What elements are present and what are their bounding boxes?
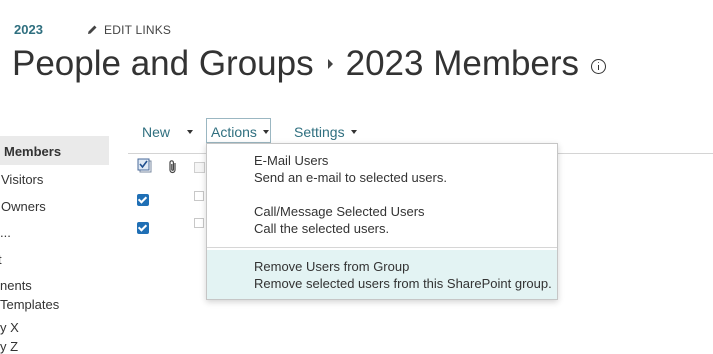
- breadcrumb-site-link[interactable]: 2023: [14, 22, 43, 37]
- nav-item-documents[interactable]: nents: [0, 278, 32, 293]
- info-icon[interactable]: [591, 58, 607, 74]
- pencil-icon: [88, 25, 97, 34]
- page-title-current: 2023 Members: [345, 44, 580, 83]
- row-checkbox[interactable]: [194, 218, 204, 228]
- menu-item-title: E-Mail Users: [254, 153, 329, 168]
- menu-item-call-message-users[interactable]: Call/Message Selected Users Call the sel…: [207, 203, 557, 243]
- actions-button[interactable]: Actions: [211, 124, 269, 140]
- settings-button[interactable]: Settings: [294, 124, 357, 140]
- page-title-parent: People and Groups: [12, 44, 314, 83]
- nav-item-x[interactable]: y X: [0, 320, 19, 335]
- new-label: New: [142, 124, 171, 140]
- menu-item-description: Send an e-mail to selected users.: [254, 170, 447, 185]
- menu-item-email-users[interactable]: E-Mail Users Send an e-mail to selected …: [207, 152, 557, 192]
- nav-item-owners[interactable]: Owners: [1, 199, 46, 214]
- nav-item-templates[interactable]: Templates: [0, 297, 59, 312]
- nav-item-more[interactable]: ...: [0, 225, 11, 240]
- row-checkbox-checked[interactable]: [137, 194, 149, 206]
- attachment-icon: [169, 160, 176, 174]
- menu-item-title: Remove Users from Group: [254, 259, 410, 274]
- nav-item-partial-1[interactable]: t: [0, 252, 2, 267]
- caret-down-icon: [187, 130, 194, 134]
- row-checkbox[interactable]: [194, 191, 204, 201]
- nav-item-z[interactable]: y Z: [0, 339, 18, 354]
- menu-item-title: Call/Message Selected Users: [254, 204, 425, 219]
- edit-links-label: EDIT LINKS: [104, 23, 172, 37]
- page-title: People and Groups 2023 Members: [12, 44, 607, 84]
- actions-label: Actions: [211, 124, 257, 140]
- new-button[interactable]: New: [142, 124, 194, 140]
- menu-item-description: Remove selected users from this SharePoi…: [254, 276, 552, 291]
- caret-down-icon: [262, 130, 269, 134]
- edit-links-button[interactable]: EDIT LINKS: [86, 23, 171, 37]
- row-checkbox-checked[interactable]: [137, 222, 149, 234]
- nav-item-visitors[interactable]: Visitors: [1, 172, 43, 187]
- actions-dropdown-menu: E-Mail Users Send an e-mail to selected …: [206, 143, 558, 300]
- nav-item-members[interactable]: Members: [4, 144, 61, 159]
- breadcrumb-separator-icon: [327, 59, 333, 69]
- caret-down-icon: [350, 130, 357, 134]
- menu-divider: [207, 247, 557, 248]
- select-all-icon[interactable]: [137, 158, 153, 174]
- menu-item-description: Call the selected users.: [254, 221, 390, 236]
- header-column-checkbox[interactable]: [194, 162, 205, 173]
- settings-label: Settings: [294, 124, 345, 140]
- menu-item-remove-users[interactable]: Remove Users from Group Remove selected …: [207, 250, 557, 299]
